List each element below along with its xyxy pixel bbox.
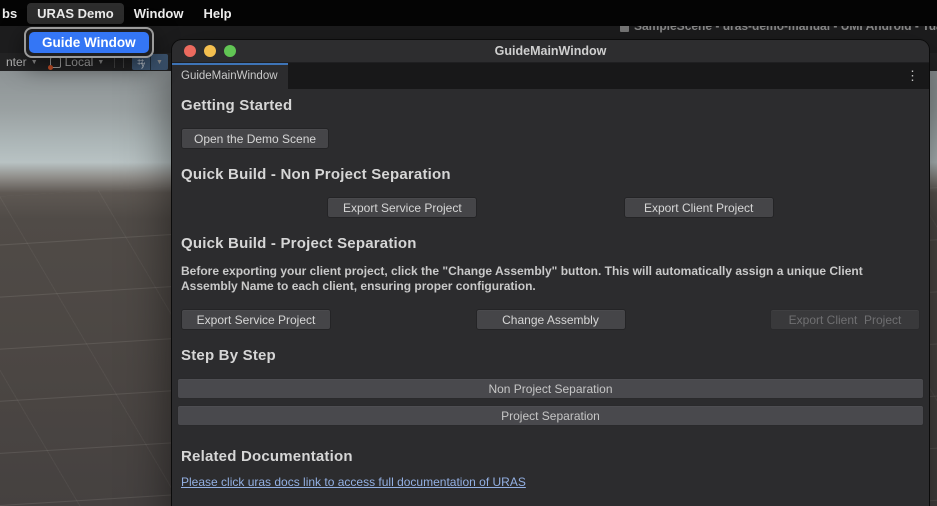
- chevron-down-icon: ▼: [97, 58, 105, 66]
- background-window-title: SampleScene - uras-demo-manual - UMI And…: [634, 26, 937, 33]
- menu-item-partial[interactable]: bs: [0, 3, 27, 24]
- section-heading-step-by-step: Step By Step: [181, 347, 276, 365]
- zoom-button[interactable]: [224, 45, 236, 57]
- menu-item-guide-window[interactable]: Guide Window: [29, 32, 149, 53]
- section-heading-quick-build-non-separation: Quick Build - Non Project Separation: [181, 166, 451, 183]
- export-client-project-button-disabled: Export Client Project: [770, 309, 920, 331]
- chevron-down-icon: ▼: [156, 58, 163, 66]
- section-heading-quick-build-separation: Quick Build - Project Separation: [181, 235, 417, 252]
- tab-label: GuideMainWindow: [181, 70, 278, 82]
- grid-axis-label: y: [141, 60, 146, 69]
- background-window-title-clip: SampleScene - uras-demo-manual - UMI And…: [620, 26, 937, 35]
- uras-demo-menu: Guide Window: [24, 27, 154, 58]
- tab-bar: GuideMainWindow ⋮: [172, 63, 929, 89]
- chevron-down-icon: ▼: [30, 58, 38, 66]
- kebab-icon: ⋮: [906, 68, 919, 83]
- section-heading-related-documentation: Related Documentation: [181, 448, 353, 466]
- window-title: GuideMainWindow: [494, 44, 607, 58]
- export-service-project-button-2[interactable]: Export Service Project: [181, 309, 331, 331]
- menu-item-window[interactable]: Window: [124, 3, 194, 24]
- screen: SampleScene - uras-demo-manual - UMI And…: [0, 0, 937, 506]
- guide-main-window: GuideMainWindow GuideMainWindow ⋮ Gettin…: [172, 40, 929, 506]
- minimize-button[interactable]: [204, 45, 216, 57]
- cube-pivot-icon: [47, 56, 61, 70]
- window-content: Getting Started Open the Demo Scene Quic…: [172, 89, 929, 491]
- export-service-project-button[interactable]: Export Service Project: [327, 197, 478, 218]
- separation-button-row: Export Service Project Change Assembly E…: [181, 309, 920, 331]
- menu-item-uras-demo[interactable]: URAS Demo: [27, 2, 124, 24]
- traffic-lights: [184, 45, 236, 57]
- non-project-separation-button[interactable]: Non Project Separation: [177, 378, 924, 400]
- tab-guidemainwindow[interactable]: GuideMainWindow: [172, 63, 288, 89]
- menu-item-help[interactable]: Help: [193, 3, 241, 24]
- change-assembly-button[interactable]: Change Assembly: [475, 309, 626, 331]
- window-titlebar[interactable]: GuideMainWindow: [172, 40, 929, 63]
- step-by-step-buttons: Non Project Separation Project Separatio…: [177, 378, 924, 427]
- non-separation-button-row: Export Service Project Export Client Pro…: [181, 197, 920, 218]
- scene-file-icon: [620, 26, 629, 32]
- project-separation-button[interactable]: Project Separation: [177, 405, 924, 427]
- open-demo-scene-button[interactable]: Open the Demo Scene: [181, 128, 330, 149]
- tab-menu-button[interactable]: ⋮: [906, 63, 919, 89]
- separation-description: Before exporting your client project, cl…: [181, 264, 863, 293]
- grid-snap-dropdown[interactable]: ▼: [150, 54, 168, 70]
- uras-docs-link[interactable]: Please click uras docs link to access fu…: [181, 475, 526, 489]
- pivot-mode-label: nter: [6, 55, 27, 69]
- section-heading-getting-started: Getting Started: [181, 97, 293, 114]
- menu-bar: bs URAS Demo Window Help: [0, 0, 937, 26]
- close-button[interactable]: [184, 45, 196, 57]
- export-client-project-button[interactable]: Export Client Project: [623, 197, 774, 218]
